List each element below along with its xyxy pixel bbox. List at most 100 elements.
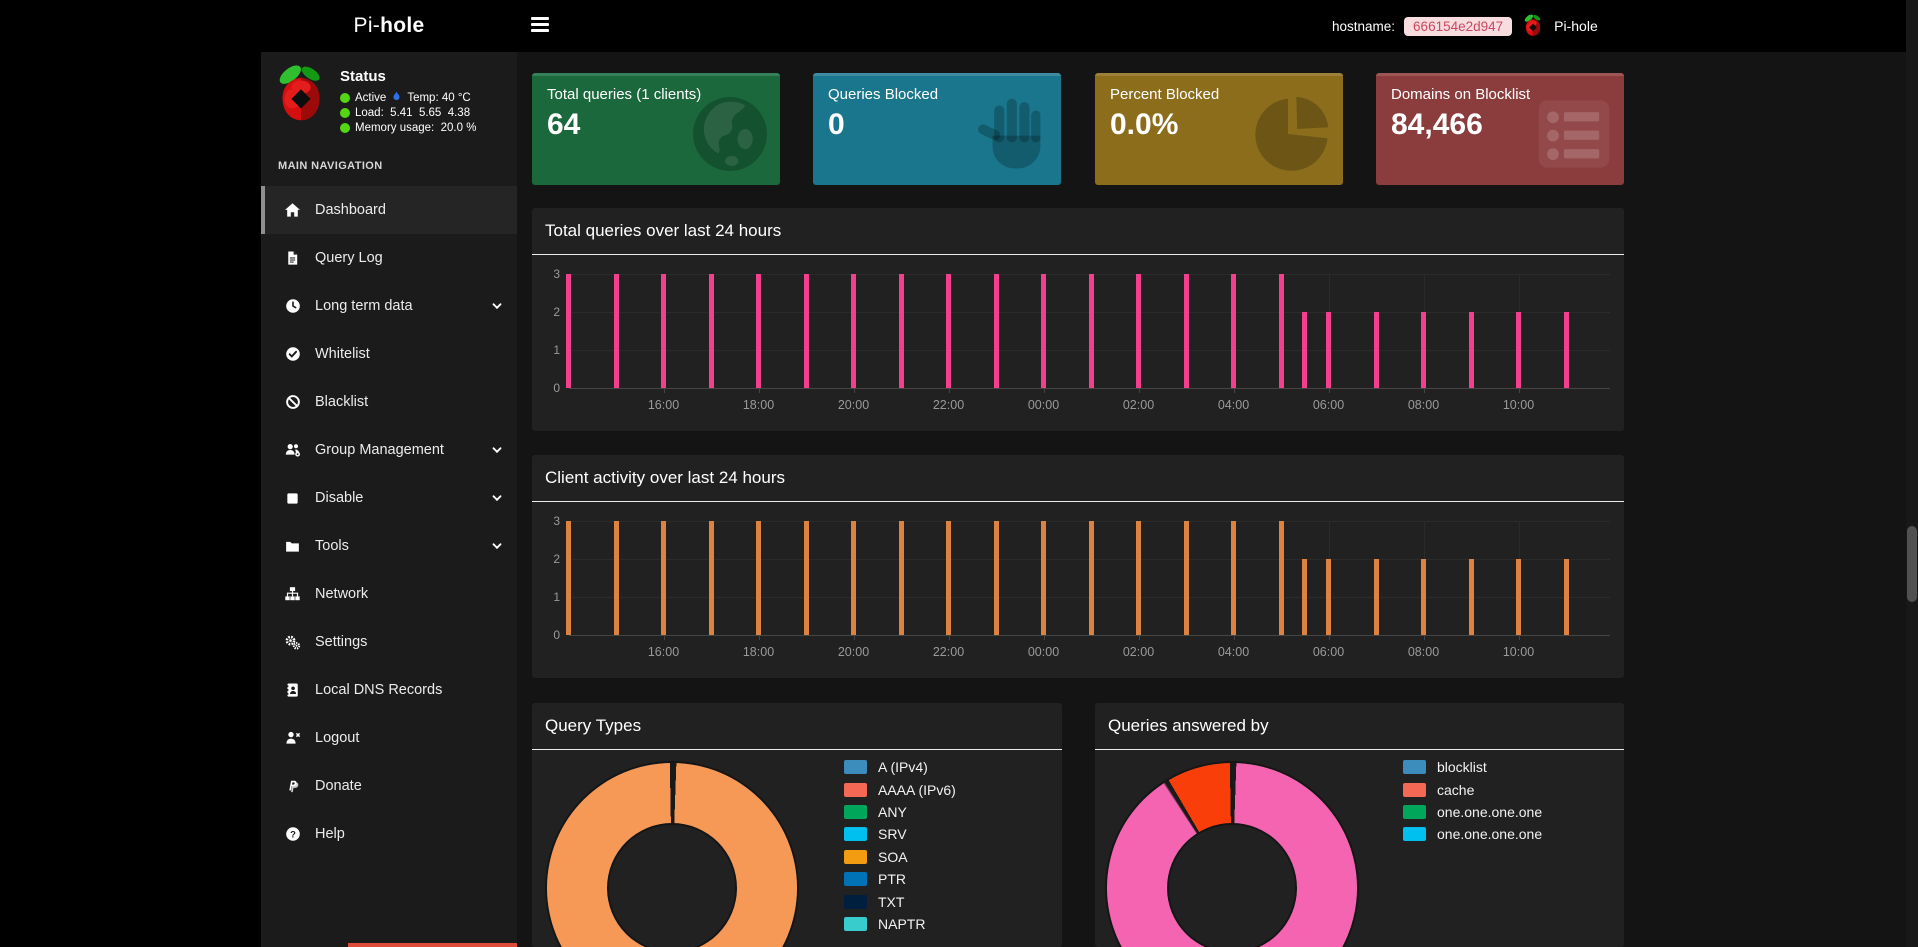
legend-item-cache[interactable]: cache [1403, 778, 1542, 800]
list-icon [1532, 92, 1616, 176]
bar-05:30 [1302, 559, 1307, 635]
bar-23:00 [994, 521, 999, 635]
bar-22:00 [946, 521, 951, 635]
x-axis-tick [1044, 388, 1045, 393]
bar-04:00 [1231, 521, 1236, 635]
sidebar-item-help[interactable]: ? Help [261, 810, 517, 858]
sidebar-item-local-dns-records[interactable]: Local DNS Records [261, 666, 517, 714]
status-dot-icon [340, 93, 350, 103]
sidebar-item-group-management[interactable]: Group Management [261, 426, 517, 474]
legend-item-one-one-one-one[interactable]: one.one.one.one [1403, 823, 1542, 845]
sidebar-item-dashboard[interactable]: Dashboard [261, 186, 517, 234]
menu-toggle-icon[interactable] [531, 16, 555, 36]
query-types-legend: A (IPv4)AAAA (IPv6)ANY SRV SOA PTR TXT NAPTR [844, 756, 956, 935]
sidebar-item-label: Logout [315, 730, 359, 746]
home-icon [283, 202, 302, 219]
sidebar-item-network[interactable]: Network [261, 570, 517, 618]
legend-item-ptr[interactable]: PTR [844, 868, 956, 890]
sidebar-item-blacklist[interactable]: Blacklist [261, 378, 517, 426]
bar-18:00 [756, 521, 761, 635]
x-axis-tick-label: 00:00 [1016, 398, 1072, 412]
sidebar-item-disable[interactable]: Disable [261, 474, 517, 522]
ban-icon [283, 394, 302, 410]
panel-title: Query Types [545, 716, 641, 736]
legend-item-naptr[interactable]: NAPTR [844, 913, 956, 935]
legend-swatch [844, 805, 867, 819]
queries-answered-donut[interactable] [1107, 763, 1357, 947]
bar-14:00 [566, 521, 571, 635]
panel-title: Client activity over last 24 hours [545, 468, 785, 488]
legend-label: SRV [878, 826, 907, 842]
panel-client-activity-chart: Client activity over last 24 hours 01231… [532, 455, 1624, 678]
sidebar-item-whitelist[interactable]: Whitelist [261, 330, 517, 378]
legend-item-one-one-one-one[interactable]: one.one.one.one [1403, 801, 1542, 823]
sidebar-item-donate[interactable]: Donate [261, 762, 517, 810]
sidebar-item-label: Help [315, 826, 345, 842]
legend-swatch [844, 760, 867, 774]
bar-08:00 [1421, 312, 1426, 388]
sidebar-menu: Dashboard Query Log Long term dataWhitelis… [261, 186, 517, 858]
x-axis-tick-label: 18:00 [731, 398, 787, 412]
sidebar-item-label: Local DNS Records [315, 682, 442, 698]
panel-total-queries-chart: Total queries over last 24 hours 012316:… [532, 208, 1624, 431]
x-axis-tick [1329, 635, 1330, 640]
x-axis-tick-label: 10:00 [1491, 645, 1547, 659]
x-axis-tick-label: 20:00 [826, 645, 882, 659]
sidebar-item-query-log[interactable]: Query Log [261, 234, 517, 282]
legend-swatch [1403, 805, 1426, 819]
sidebar-item-tools[interactable]: Tools [261, 522, 517, 570]
y-axis-tick-label: 2 [536, 551, 560, 567]
bar-22:00 [946, 274, 951, 388]
clock-icon [283, 298, 302, 314]
sidebar-item-label: Network [315, 586, 368, 602]
legend-item-aaaa-ipv6[interactable]: AAAA (IPv6) [844, 778, 956, 800]
status-rows: Active Temp: 40 °C Load: 5.41 5.65 4.38 … [340, 90, 476, 135]
scrollbar-track[interactable] [1906, 0, 1918, 947]
query-types-donut[interactable] [547, 763, 797, 947]
pie-icon [1251, 92, 1335, 176]
x-axis-tick [1234, 388, 1235, 393]
legend-item-blocklist[interactable]: blocklist [1403, 756, 1542, 778]
bar-15:00 [614, 521, 619, 635]
bar-19:00 [804, 274, 809, 388]
legend-swatch [844, 783, 867, 797]
app-logo: Pi-hole [261, 0, 517, 52]
legend-item-any[interactable]: ANY [844, 801, 956, 823]
x-axis-tick-label: 10:00 [1491, 398, 1547, 412]
y-axis-tick-label: 0 [536, 627, 560, 643]
legend-label: TXT [878, 894, 904, 910]
x-axis-tick [949, 635, 950, 640]
y-axis-tick-label: 1 [536, 342, 560, 358]
legend-item-a-ipv4[interactable]: A (IPv4) [844, 756, 956, 778]
bar-06:00 [1326, 312, 1331, 388]
legend-swatch [844, 827, 867, 841]
sidebar-item-label: Settings [315, 634, 367, 650]
bar-00:00 [1041, 521, 1046, 635]
bar-09:00 [1469, 559, 1474, 635]
bar-05:00 [1279, 521, 1284, 635]
sidebar-item-label: Query Log [315, 250, 383, 266]
legend-item-soa[interactable]: SOA [844, 846, 956, 868]
x-axis-tick-label: 16:00 [636, 645, 692, 659]
hand-icon [969, 92, 1053, 176]
sidebar-item-logout[interactable]: Logout [261, 714, 517, 762]
x-axis-tick-label: 16:00 [636, 398, 692, 412]
legend-item-srv[interactable]: SRV [844, 823, 956, 845]
legend-label: one.one.one.one [1437, 804, 1542, 820]
sidebar-item-settings[interactable]: Settings [261, 618, 517, 666]
sidebar-item-long-term-data[interactable]: Long term data [261, 282, 517, 330]
y-gridline [569, 388, 1611, 389]
x-axis-tick-label: 04:00 [1206, 645, 1262, 659]
legend-label: SOA [878, 849, 908, 865]
x-axis-tick [1519, 388, 1520, 393]
folder-icon [283, 539, 302, 554]
scrollbar-thumb[interactable] [1907, 526, 1917, 602]
bar-03:00 [1184, 521, 1189, 635]
legend-item-txt[interactable]: TXT [844, 890, 956, 912]
question-icon: ? [283, 826, 302, 842]
stop-icon [283, 491, 302, 506]
bar-14:00 [566, 274, 571, 388]
panel-divider [1095, 749, 1624, 750]
bar-17:00 [709, 274, 714, 388]
queries-answered-legend: blocklistcache one.one.one.one one.one.one… [1403, 756, 1542, 846]
